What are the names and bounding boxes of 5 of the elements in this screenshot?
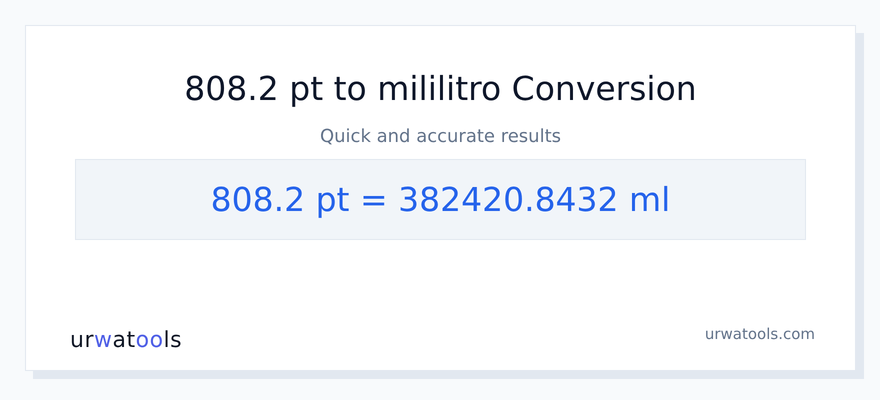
page-title: 808.2 pt to mililitro Conversion [184,69,697,109]
logo: urwatools [70,328,182,354]
conversion-result: 808.2 pt = 382420.8432 ml [210,180,670,220]
subtitle: Quick and accurate results [320,125,562,149]
site-url: urwatools.com [704,324,815,344]
